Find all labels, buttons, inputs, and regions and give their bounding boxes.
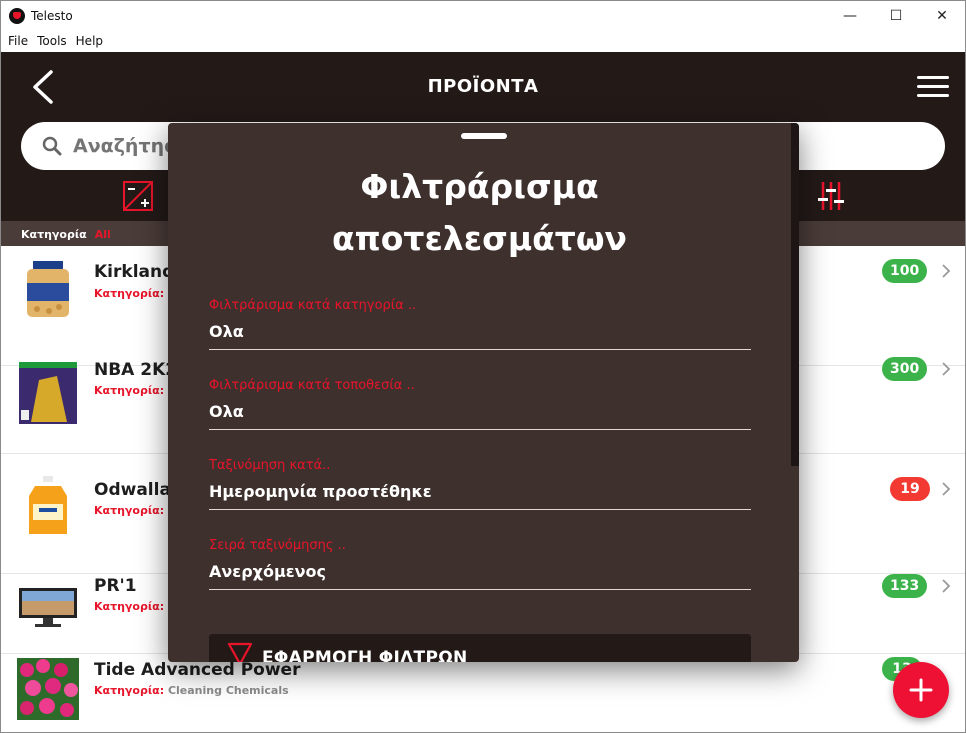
- filter-sliders-icon[interactable]: [815, 180, 847, 212]
- telesto-logo-icon: [9, 8, 25, 24]
- product-name: PR'1: [94, 576, 137, 596]
- product-name: Tide Advanced Power: [94, 660, 301, 680]
- menu-help[interactable]: Help: [76, 34, 103, 48]
- menu-bar: File Tools Help: [1, 31, 965, 51]
- category-filter-field[interactable]: Φιλτράρισμα κατά κατηγορία .. Ολα: [209, 298, 751, 350]
- field-label: Σειρά ταξινόμησης ..: [209, 538, 346, 553]
- category-value[interactable]: All: [95, 228, 111, 241]
- product-row[interactable]: Tide Advanced Power Κατηγορία: Cleaning …: [1, 654, 965, 732]
- quantity-badge: 300: [882, 357, 928, 381]
- menu-file[interactable]: File: [8, 34, 28, 48]
- chevron-right-icon: [942, 264, 951, 278]
- product-name: Kirkland: [94, 262, 175, 282]
- sheet-title: Φιλτράρισμα αποτελεσμάτων: [331, 167, 627, 258]
- sheet-drag-handle[interactable]: [461, 133, 507, 139]
- product-thumbnail-nuts-jar: [27, 261, 69, 317]
- product-thumbnail-flowers: [17, 658, 79, 720]
- category-label: Κατηγορία: [21, 227, 87, 241]
- product-category: Κατηγορία: E: [94, 600, 175, 613]
- menu-tools[interactable]: Tools: [37, 34, 67, 48]
- product-category: Κατηγορία: I: [94, 504, 172, 517]
- quantity-badge: 19: [890, 477, 930, 501]
- product-thumbnail-game-cover: [19, 362, 77, 424]
- field-label: Φιλτράρισμα κατά τοποθεσία ..: [209, 378, 415, 393]
- app-window: Telesto — ☐ ✕ File Tools Help ΠΡΟΪΟΝΤΑ Α…: [0, 0, 966, 733]
- sheet-scrollbar[interactable]: [791, 123, 799, 466]
- field-label: Ταξινόμηση κατά..: [209, 458, 331, 473]
- quantity-badge: 133: [882, 574, 928, 598]
- plus-icon: [909, 678, 933, 702]
- window-controls: — ☐ ✕: [827, 1, 965, 31]
- product-category: Κατηγορία: S: [94, 384, 176, 397]
- product-name: Odwalla: [94, 480, 171, 500]
- location-filter-field[interactable]: Φιλτράρισμα κατά τοποθεσία .. Ολα: [209, 378, 751, 430]
- add-product-button[interactable]: [893, 662, 949, 718]
- field-value: Ημερομηνία προστέθηκε: [209, 482, 432, 501]
- chevron-right-icon: [942, 579, 951, 593]
- chevron-right-icon: [942, 482, 951, 496]
- field-value: Ανερχόμενος: [209, 562, 327, 581]
- field-value: Ολα: [209, 402, 244, 421]
- product-category: Κατηγορία: S: [94, 287, 176, 300]
- window-title: Telesto: [31, 9, 73, 23]
- funnel-icon: [227, 642, 253, 662]
- product-thumbnail-monitor: [19, 588, 77, 627]
- hamburger-menu-icon[interactable]: [917, 76, 949, 98]
- page-title: ΠΡΟΪΟΝΤΑ: [427, 76, 539, 97]
- search-icon: [42, 136, 62, 156]
- chevron-right-icon: [942, 362, 951, 376]
- minimize-button[interactable]: —: [827, 1, 873, 31]
- apply-filters-label: ΕΦΑΡΜΟΓΗ ΦΙΛΤΡΩΝ: [262, 648, 468, 662]
- product-thumbnail-juice-bottle: [29, 476, 67, 534]
- sort-order-field[interactable]: Σειρά ταξινόμησης .. Ανερχόμενος: [209, 538, 751, 590]
- product-category: Κατηγορία: Cleaning Chemicals: [94, 684, 289, 697]
- adjust-stock-icon[interactable]: [122, 180, 154, 212]
- apply-filters-button[interactable]: ΕΦΑΡΜΟΓΗ ΦΙΛΤΡΩΝ: [209, 634, 751, 662]
- product-name: NBA 2K2: [94, 360, 178, 380]
- filter-bottom-sheet: Φιλτράρισμα αποτελεσμάτων Φιλτράρισμα κα…: [168, 123, 799, 662]
- maximize-button[interactable]: ☐: [873, 1, 919, 31]
- title-bar: Telesto — ☐ ✕: [1, 1, 965, 31]
- sort-by-field[interactable]: Ταξινόμηση κατά.. Ημερομηνία προστέθηκε: [209, 458, 751, 510]
- quantity-badge: 100: [882, 259, 928, 283]
- field-label: Φιλτράρισμα κατά κατηγορία ..: [209, 298, 417, 313]
- field-value: Ολα: [209, 322, 244, 341]
- close-button[interactable]: ✕: [919, 1, 965, 31]
